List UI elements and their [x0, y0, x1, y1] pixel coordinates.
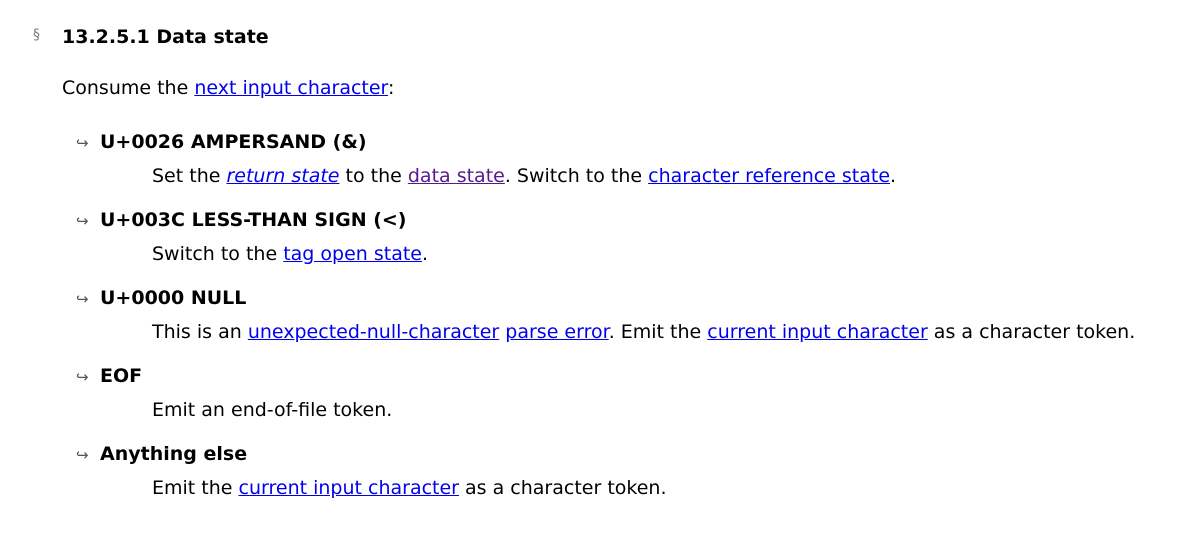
case-term-label: U+0000 NULL — [100, 287, 247, 309]
switch-arrow-icon: ↪ — [76, 290, 89, 308]
current-input-character-link[interactable]: current input character — [239, 477, 459, 499]
switch-arrow-icon: ↪ — [76, 446, 89, 464]
case-term-label: U+0026 AMPERSAND (&) — [100, 131, 367, 153]
parse-error-link[interactable]: parse error — [505, 321, 608, 343]
case-desc-eof: Emit an end-of-file token. — [152, 397, 392, 423]
case-desc-anything-else: Emit the current input character as a ch… — [152, 475, 667, 501]
switch-arrow-icon: ↪ — [76, 134, 89, 152]
desc-text: Set the — [152, 165, 227, 187]
section-heading: 13.2.5.1 Data state — [62, 26, 269, 48]
return-state-link[interactable]: return state — [226, 165, 339, 187]
case-term-anything-else: ↪ Anything else — [76, 441, 247, 468]
switch-arrow-icon: ↪ — [76, 212, 89, 230]
intro-colon: : — [388, 77, 395, 99]
desc-text: Switch to the — [152, 243, 284, 265]
desc-text: as a character token. — [459, 477, 667, 499]
desc-text: . — [890, 165, 897, 187]
case-desc-null: This is an unexpected-null-character par… — [152, 319, 1135, 345]
desc-text: . — [421, 243, 429, 265]
case-term-label: U+003C LESS-THAN SIGN (<) — [100, 209, 407, 231]
case-term-null: ↪ U+0000 NULL — [76, 285, 246, 312]
desc-text: to the — [339, 165, 408, 187]
intro-text: Consume the — [62, 77, 195, 99]
section-self-link[interactable]: § — [33, 27, 40, 43]
desc-text: Emit the — [152, 477, 239, 499]
unexpected-null-character-link[interactable]: unexpected-null-character — [248, 321, 499, 343]
case-term-label: Anything else — [100, 443, 248, 465]
tag-open-state-link[interactable]: tag open state — [283, 243, 422, 265]
spec-page: § 13.2.5.1 Data state Consume the next i… — [0, 0, 1184, 550]
current-input-character-link[interactable]: current input character — [707, 321, 927, 343]
desc-text: This is an — [152, 321, 248, 343]
case-term-eof: ↪ EOF — [76, 363, 142, 390]
intro-paragraph: Consume the next input character: — [62, 75, 394, 101]
next-input-character-link[interactable]: next input character — [194, 77, 388, 99]
desc-text: . Emit the — [608, 321, 708, 343]
case-term-ampersand: ↪ U+0026 AMPERSAND (&) — [76, 129, 367, 156]
data-state-link[interactable]: data state — [408, 165, 505, 187]
desc-text: as a character token. — [927, 321, 1136, 343]
desc-text: . Switch to the — [504, 165, 649, 187]
character-reference-state-link[interactable]: character reference state — [648, 165, 890, 187]
case-term-less-than-sign: ↪ U+003C LESS-THAN SIGN (<) — [76, 207, 407, 234]
case-desc-less-than-sign: Switch to the tag open state. — [152, 241, 428, 267]
case-term-label: EOF — [100, 365, 143, 387]
case-desc-ampersand: Set the return state to the data state. … — [152, 163, 896, 189]
switch-arrow-icon: ↪ — [76, 368, 89, 386]
desc-text: Emit an end-of-file token. — [152, 399, 393, 421]
